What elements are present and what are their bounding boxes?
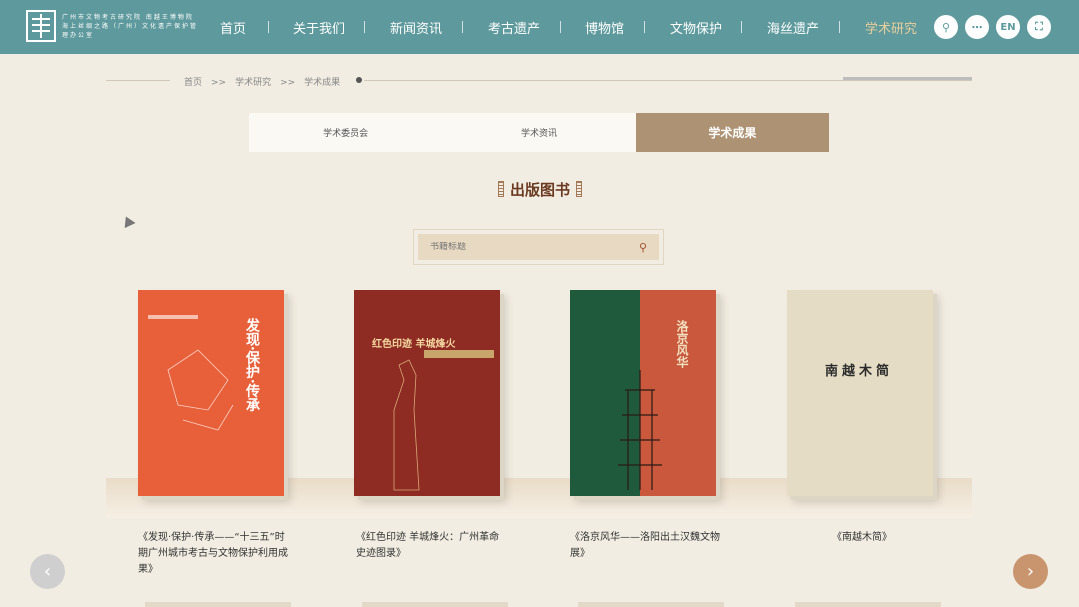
nav-separator <box>268 21 269 33</box>
search-box: ⚲ <box>418 234 659 260</box>
nav-separator <box>560 21 561 33</box>
next-row-book <box>578 602 724 607</box>
nav-museum[interactable]: 博物馆 <box>585 18 624 37</box>
fullscreen-icon[interactable]: ⛶ <box>1027 15 1051 39</box>
section-title: 出版图书 <box>494 179 586 199</box>
section-title-text: 出版图书 <box>509 180 570 199</box>
search-input[interactable] <box>430 242 610 252</box>
tab-news[interactable]: 学术资讯 <box>442 113 635 152</box>
book-cover-title: 南越木简 <box>825 364 894 379</box>
nav-separator <box>462 21 463 33</box>
book-cover[interactable]: 南越木简 <box>787 290 933 496</box>
ornament-icon <box>497 181 504 197</box>
chat-icon[interactable]: ⋯ <box>965 15 989 39</box>
language-button[interactable]: EN <box>996 15 1020 39</box>
nav-research[interactable]: 学术研究 <box>865 18 917 37</box>
mouse-cursor-icon <box>120 213 136 229</box>
next-row-book <box>362 602 508 607</box>
site-header: 广州市文物考古研究院 南越王博物院 海上丝绸之路（广州）文化遗产保护管理办公室 … <box>0 0 1079 54</box>
ornament-icon <box>576 181 582 197</box>
book-caption[interactable]: 《红色印迹 羊城烽火：广州革命史迹图录》 <box>356 530 506 562</box>
next-row-book <box>795 602 941 607</box>
book-search: ⚲ <box>413 229 664 265</box>
book-illustration <box>393 359 420 491</box>
pagoda-illustration <box>618 370 662 490</box>
site-logo[interactable]: 广州市文物考古研究院 南越王博物院 海上丝绸之路（广州）文化遗产保护管理办公室 <box>26 10 202 42</box>
book-caption[interactable]: 《南越木简》 <box>832 530 982 546</box>
nav-home[interactable]: 首页 <box>220 18 246 37</box>
nav-separator <box>741 21 742 33</box>
nav-conservation[interactable]: 文物保护 <box>670 18 722 37</box>
search-icon[interactable]: ⚲ <box>639 241 647 254</box>
nav-news[interactable]: 新闻资讯 <box>390 18 442 37</box>
nav-separator <box>364 21 365 33</box>
book-cover[interactable]: 发现·保护·传承 <box>138 290 284 496</box>
book-illustration <box>148 315 234 431</box>
nav-archaeology[interactable]: 考古遗产 <box>488 18 540 37</box>
nav-separator <box>644 21 645 33</box>
sub-tabs: 学术委员会 学术资讯 学术成果 <box>249 113 829 152</box>
logo-text: 广州市文物考古研究院 南越王博物院 海上丝绸之路（广州）文化遗产保护管理办公室 <box>62 13 199 39</box>
next-arrow-icon[interactable]: › <box>1013 554 1048 589</box>
scroll-progress-bar <box>843 77 972 80</box>
book-cover[interactable]: 红色印迹 羊城烽火 <box>354 290 500 496</box>
nav-about[interactable]: 关于我们 <box>293 18 345 37</box>
next-row-book <box>145 602 291 607</box>
book-caption[interactable]: 《洛京风华——洛阳出土汉魏文物展》 <box>570 530 720 562</box>
tab-achievements[interactable]: 学术成果 <box>635 113 829 152</box>
search-icon[interactable]: ⚲ <box>934 15 958 39</box>
breadcrumb-dot <box>356 77 362 83</box>
breadcrumb-text[interactable]: 首页 >> 学术研究 >> 学术成果 <box>184 75 340 88</box>
logo-mark-icon <box>26 10 56 42</box>
tab-committee[interactable]: 学术委员会 <box>249 113 442 152</box>
breadcrumb-line <box>364 80 972 81</box>
book-cover[interactable]: 洛京风华 <box>570 290 716 496</box>
nav-maritime[interactable]: 海丝遗产 <box>767 18 819 37</box>
breadcrumb: 首页 >> 学术研究 >> 学术成果 <box>106 75 972 88</box>
book-caption[interactable]: 《发现·保护·传承——“十三五”时期广州城市考古与文物保护利用成果》 <box>138 530 288 578</box>
nav-separator <box>839 21 840 33</box>
breadcrumb-line <box>106 80 170 81</box>
prev-arrow-icon[interactable]: ‹ <box>30 554 65 589</box>
